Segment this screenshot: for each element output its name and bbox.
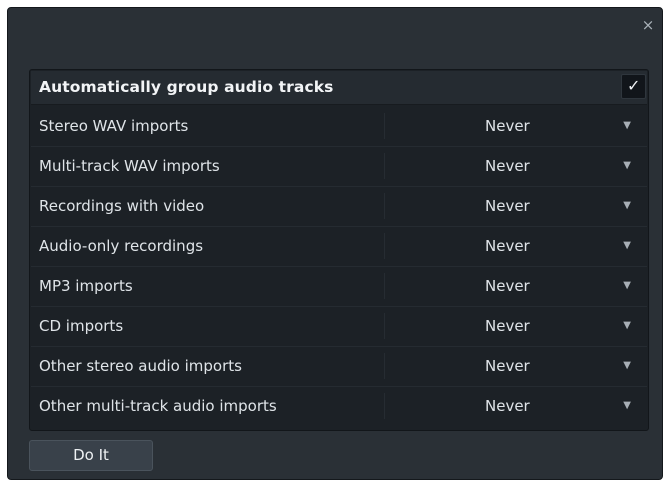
column-divider (384, 393, 385, 419)
column-divider (384, 313, 385, 339)
option-label: Audio-only recordings (39, 237, 204, 255)
dropdown-value: Never (485, 157, 530, 175)
option-dropdown[interactable]: Never ▼ (391, 310, 641, 342)
dropdown-value: Never (485, 397, 530, 415)
option-row-recordings-video: Recordings with video Never ▼ (31, 187, 647, 227)
option-dropdown[interactable]: Never ▼ (391, 270, 641, 302)
options-list: Stereo WAV imports Never ▼ Multi-track W… (31, 107, 647, 427)
option-row-audio-only: Audio-only recordings Never ▼ (31, 227, 647, 267)
settings-panel: Automatically group audio tracks ✓ Stere… (29, 69, 649, 431)
dropdown-value: Never (485, 117, 530, 135)
option-label: CD imports (39, 317, 124, 335)
dropdown-value: Never (485, 357, 530, 375)
chevron-down-icon: ▼ (623, 400, 631, 411)
chevron-down-icon: ▼ (623, 320, 631, 331)
option-dropdown[interactable]: Never ▼ (391, 150, 641, 182)
option-label: Other stereo audio imports (39, 357, 242, 375)
option-row-mp3: MP3 imports Never ▼ (31, 267, 647, 307)
column-divider (384, 113, 385, 139)
column-divider (384, 153, 385, 179)
dropdown-value: Never (485, 317, 530, 335)
column-divider (384, 193, 385, 219)
do-it-button[interactable]: Do It (29, 440, 153, 471)
group-audio-tracks-dialog: × Automatically group audio tracks ✓ Ste… (7, 7, 663, 480)
option-label: Multi-track WAV imports (39, 157, 220, 175)
option-row-other-stereo: Other stereo audio imports Never ▼ (31, 347, 647, 387)
column-divider (384, 353, 385, 379)
column-divider (384, 273, 385, 299)
option-row-other-multitrack: Other multi-track audio imports Never ▼ (31, 387, 647, 427)
group-title: Automatically group audio tracks (39, 78, 334, 96)
option-row-stereo-wav: Stereo WAV imports Never ▼ (31, 107, 647, 147)
dropdown-value: Never (485, 277, 530, 295)
close-icon[interactable]: × (640, 17, 656, 33)
dropdown-value: Never (485, 197, 530, 215)
group-header: Automatically group audio tracks ✓ (31, 71, 647, 105)
dropdown-value: Never (485, 237, 530, 255)
chevron-down-icon: ▼ (623, 120, 631, 131)
option-label: Stereo WAV imports (39, 117, 189, 135)
option-dropdown[interactable]: Never ▼ (391, 190, 641, 222)
option-dropdown[interactable]: Never ▼ (391, 350, 641, 382)
chevron-down-icon: ▼ (623, 200, 631, 211)
option-label: Other multi-track audio imports (39, 397, 277, 415)
chevron-down-icon: ▼ (623, 160, 631, 171)
option-dropdown[interactable]: Never ▼ (391, 230, 641, 262)
column-divider (384, 233, 385, 259)
option-label: Recordings with video (39, 197, 205, 215)
checkmark-icon: ✓ (627, 76, 641, 95)
chevron-down-icon: ▼ (623, 360, 631, 371)
option-dropdown[interactable]: Never ▼ (391, 110, 641, 142)
auto-group-checkbox[interactable]: ✓ (621, 74, 646, 99)
option-row-multitrack-wav: Multi-track WAV imports Never ▼ (31, 147, 647, 187)
option-label: MP3 imports (39, 277, 133, 295)
option-dropdown[interactable]: Never ▼ (391, 390, 641, 422)
chevron-down-icon: ▼ (623, 280, 631, 291)
chevron-down-icon: ▼ (623, 240, 631, 251)
option-row-cd: CD imports Never ▼ (31, 307, 647, 347)
